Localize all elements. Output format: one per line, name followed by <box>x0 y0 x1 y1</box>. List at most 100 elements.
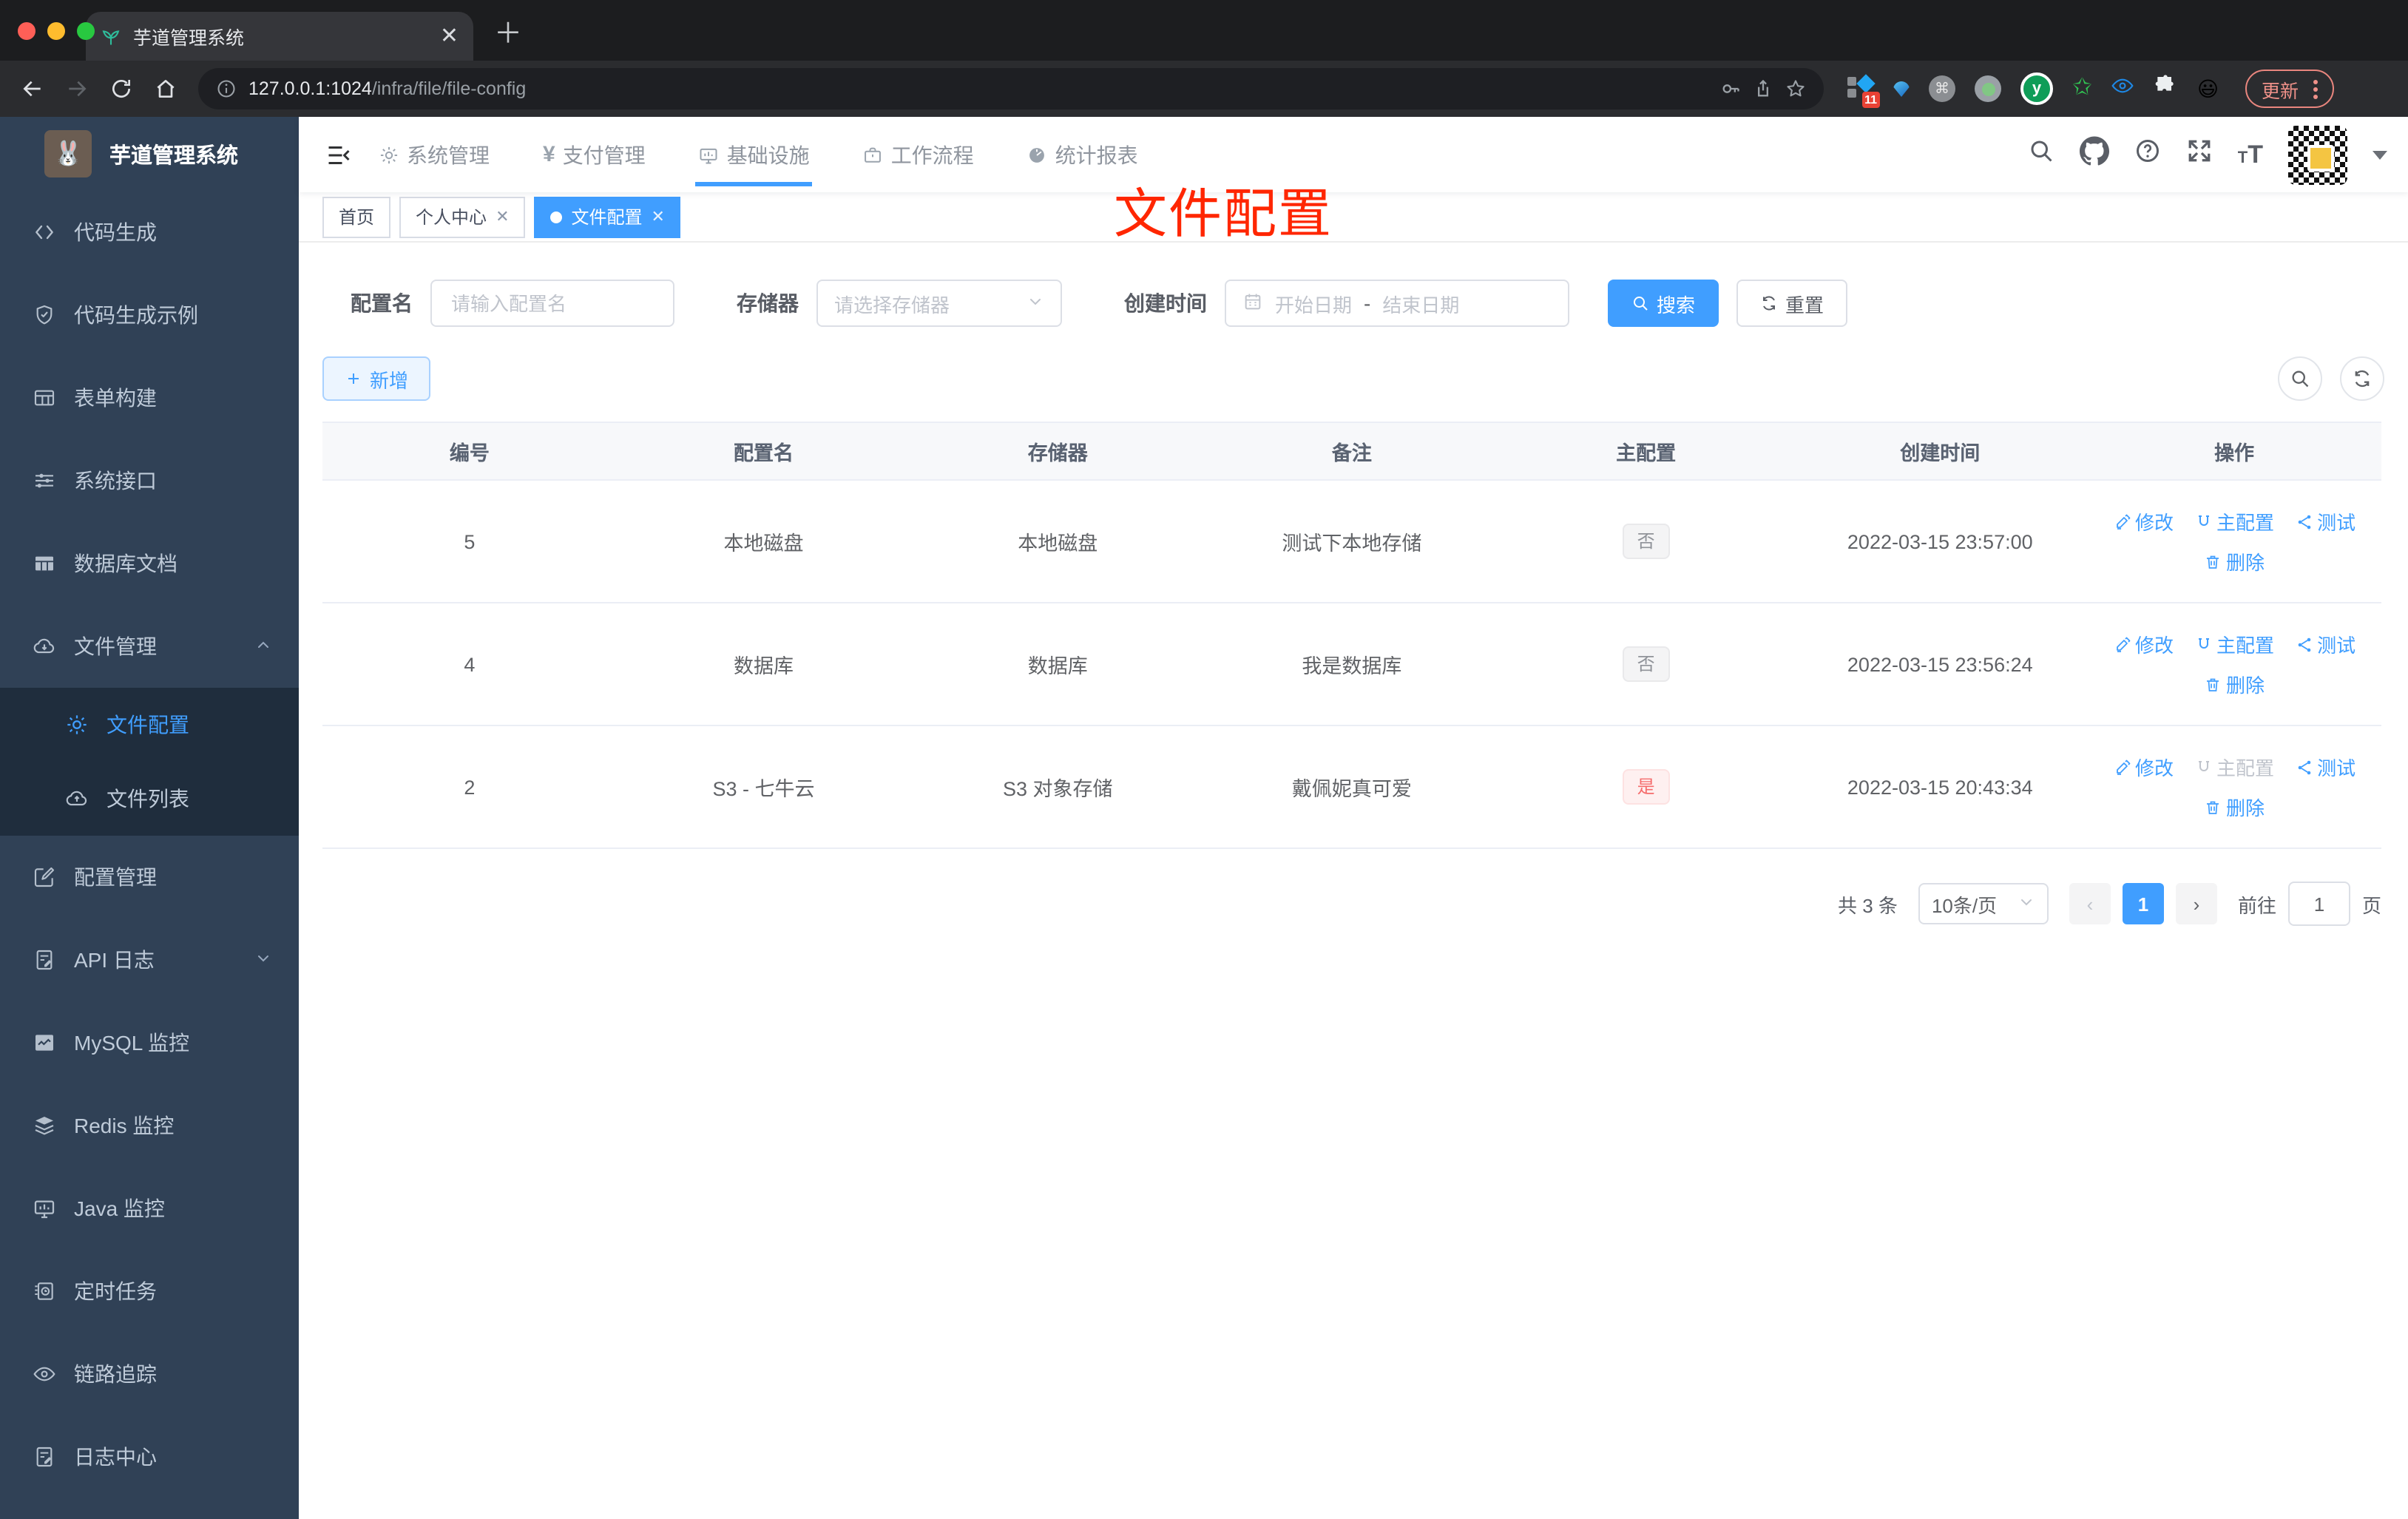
sidebar-item-form-builder[interactable]: 表单构建 <box>0 356 299 439</box>
forward-button[interactable] <box>59 71 95 106</box>
sidebar-item-java-monitor[interactable]: Java 监控 <box>0 1167 299 1250</box>
tag-profile[interactable]: 个人中心 ✕ <box>399 196 526 237</box>
sidebar-item-system-api[interactable]: 系统接口 <box>0 439 299 522</box>
bookmark-star-icon[interactable] <box>1785 78 1806 99</box>
show-search-button[interactable] <box>2278 356 2322 401</box>
window-controls[interactable] <box>18 22 95 40</box>
fullscreen-icon[interactable] <box>2186 138 2213 172</box>
extension-y-icon[interactable]: y <box>2020 72 2053 105</box>
sidebar-item-scheduled-tasks[interactable]: 定时任务 <box>0 1250 299 1333</box>
primary-link[interactable]: 主配置 <box>2194 630 2274 658</box>
close-icon[interactable]: ✕ <box>496 207 509 226</box>
cloud-download-icon <box>33 635 56 658</box>
storage-select[interactable]: 请选择存储器 <box>816 280 1062 327</box>
font-size-icon[interactable]: TT <box>2238 140 2263 169</box>
sidebar-item-file-config[interactable]: 文件配置 <box>0 688 299 762</box>
sidebar-item-file-management[interactable]: 文件管理 <box>0 605 299 688</box>
extension-pin-icon[interactable] <box>1893 81 1910 97</box>
delete-link[interactable]: 删除 <box>2204 670 2265 698</box>
share-icon[interactable] <box>1753 78 1773 99</box>
search-icon[interactable] <box>2028 138 2054 172</box>
tag-home[interactable]: 首页 <box>322 196 391 237</box>
sidebar-item-db-doc[interactable]: 数据库文档 <box>0 522 299 605</box>
close-icon[interactable]: ✕ <box>652 207 665 226</box>
extension-command-icon[interactable]: ⌘ <box>1929 75 1955 102</box>
config-name-input[interactable] <box>430 280 674 327</box>
maximize-window-button[interactable] <box>77 22 95 40</box>
minimize-window-button[interactable] <box>47 22 65 40</box>
nav-item-workflow[interactable]: 工作流程 <box>863 117 974 192</box>
primary-badge: 是 <box>1622 769 1670 805</box>
close-window-button[interactable] <box>18 22 35 40</box>
delete-link[interactable]: 删除 <box>2204 547 2265 575</box>
yen-icon: ¥ <box>543 142 555 167</box>
extensions-puzzle-icon[interactable] <box>2154 73 2178 104</box>
collapse-sidebar-icon[interactable] <box>325 141 352 168</box>
add-button[interactable]: 新增 <box>322 356 431 401</box>
reload-button[interactable] <box>104 71 139 106</box>
browser-update-button[interactable]: 更新 <box>2245 70 2335 108</box>
delete-link[interactable]: 删除 <box>2204 793 2265 821</box>
sidebar-item-code-demo[interactable]: 代码生成示例 <box>0 274 299 356</box>
prev-page-button[interactable]: ‹ <box>2069 883 2111 924</box>
home-button[interactable] <box>148 71 183 106</box>
page-number-1[interactable]: 1 <box>2122 883 2164 924</box>
back-button[interactable] <box>15 71 50 106</box>
layers-icon <box>33 1114 56 1137</box>
test-link[interactable]: 测试 <box>2295 630 2355 658</box>
sidebar-logo[interactable]: 🐰 芋道管理系统 <box>0 117 299 191</box>
annotation-title: 文件配置 <box>1114 183 1333 244</box>
edit-link[interactable]: 修改 <box>2113 630 2174 658</box>
chevron-down-icon <box>1027 291 1044 315</box>
user-menu-caret-icon[interactable] <box>2373 150 2387 159</box>
extension-emoji-icon[interactable]: 😃 <box>2197 78 2219 99</box>
extension-tabs-icon[interactable]: 11 <box>1847 74 1880 108</box>
nav-item-system[interactable]: 系统管理 <box>379 117 490 192</box>
browser-tab[interactable]: 芋道管理系统 ✕ <box>86 12 473 61</box>
sidebar-item-log-center[interactable]: 日志中心 <box>0 1415 299 1498</box>
edit-link[interactable]: 修改 <box>2113 753 2174 781</box>
edit-square-icon <box>33 865 56 889</box>
user-avatar[interactable] <box>2288 125 2347 184</box>
sidebar-item-tracing[interactable]: 链路追踪 <box>0 1333 299 1415</box>
header-actions: TT <box>2028 125 2387 184</box>
test-link[interactable]: 测试 <box>2295 753 2355 781</box>
github-icon[interactable] <box>2080 136 2109 173</box>
extension-eye-icon[interactable] <box>2111 73 2135 104</box>
nav-item-payment[interactable]: ¥ 支付管理 <box>543 117 646 192</box>
tag-file-config[interactable]: 文件配置 ✕ <box>534 196 681 237</box>
next-page-button[interactable]: › <box>2175 883 2217 924</box>
sidebar-item-api-log[interactable]: API 日志 <box>0 918 299 1001</box>
sidebar-item-redis-monitor[interactable]: Redis 监控 <box>0 1084 299 1167</box>
browser-menu-icon[interactable] <box>2313 79 2319 98</box>
extension-gray-green-icon[interactable] <box>1975 75 2001 102</box>
password-key-icon[interactable] <box>1720 78 1741 99</box>
sidebar-item-config-management[interactable]: 配置管理 <box>0 836 299 918</box>
tab-close-icon[interactable]: ✕ <box>440 25 459 47</box>
site-info-icon[interactable] <box>216 78 237 99</box>
date-range-picker[interactable]: 开始日期 - 结束日期 <box>1225 280 1569 327</box>
address-bar[interactable]: 127.0.0.1:1024/infra/file/file-config <box>198 68 1824 109</box>
reset-button[interactable]: 重置 <box>1736 280 1848 327</box>
test-link[interactable]: 测试 <box>2295 507 2355 535</box>
page-content: 配置名 存储器 请选择存储器 创建时间 开始日期 - 结束日期 <box>299 243 2408 1519</box>
storage-label: 存储器 <box>737 291 799 315</box>
extension-star-icon[interactable]: ✩ <box>2072 76 2092 101</box>
nav-item-infrastructure[interactable]: 基础设施 <box>695 117 813 192</box>
refresh-table-button[interactable] <box>2340 356 2384 401</box>
help-icon[interactable] <box>2134 138 2161 172</box>
edit-link[interactable]: 修改 <box>2113 507 2174 535</box>
main-area: 系统管理 ¥ 支付管理 基础设施 工作流程 统计报表 TT 首页 个人中心 ✕ … <box>299 117 2408 1519</box>
search-button[interactable]: 搜索 <box>1608 280 1719 327</box>
logo-avatar: 🐰 <box>44 130 92 177</box>
sidebar-item-code-gen[interactable]: 代码生成 <box>0 191 299 274</box>
total-count: 共 3 条 <box>1838 894 1898 916</box>
new-tab-button[interactable]: ＋ <box>494 12 522 52</box>
primary-link[interactable]: 主配置 <box>2194 507 2274 535</box>
page-size-select[interactable]: 10条/页 <box>1918 883 2049 924</box>
sidebar-item-file-list[interactable]: 文件列表 <box>0 762 299 836</box>
table-header-row: 编号 配置名 存储器 备注 主配置 创建时间 操作 <box>322 422 2381 481</box>
goto-page-input[interactable] <box>2287 882 2350 926</box>
sidebar-item-mysql-monitor[interactable]: MySQL 监控 <box>0 1001 299 1084</box>
file-config-table: 编号 配置名 存储器 备注 主配置 创建时间 操作 5 本地磁盘 本地磁盘 测试… <box>322 422 2381 849</box>
